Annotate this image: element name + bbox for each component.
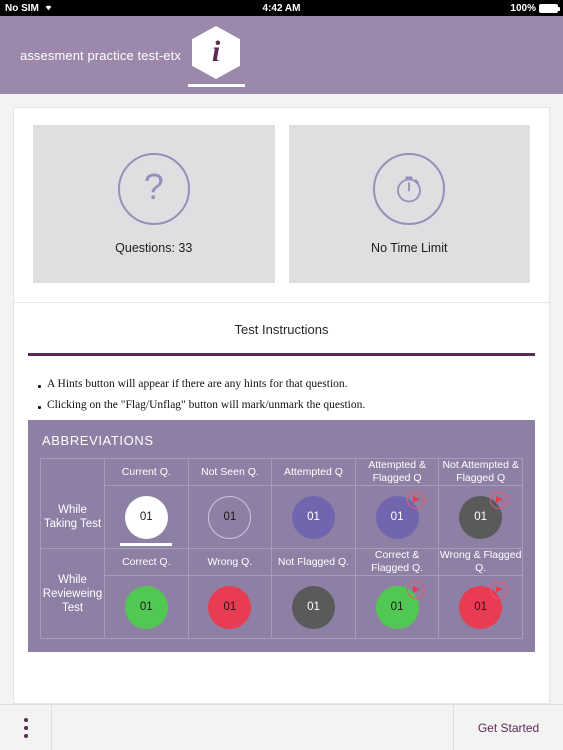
abbreviations-table: Current Q. Not Seen Q. Attempted Q Attem… — [40, 458, 523, 639]
column-header: Not Attempted & Flagged Q — [438, 458, 523, 486]
legend-cell-correct: 01 — [104, 575, 189, 639]
badge-value: 01 — [139, 601, 153, 613]
status-bar-right: 100% — [510, 2, 560, 14]
page-title: assesment practice test-etx — [20, 47, 181, 63]
row-header-reviewing-test: While Revieweing Test — [40, 548, 105, 639]
info-card: ? Questions: 33 No Time Limit Test Instr… — [13, 107, 550, 704]
badge-value: 01 — [307, 511, 320, 523]
legend-cell-attempted-flagged: 01 — [354, 485, 440, 549]
badge-value: 01 — [390, 601, 404, 613]
table-row: Current Q. Not Seen Q. Attempted Q Attem… — [40, 458, 523, 486]
tile-time-limit: No Time Limit — [288, 125, 530, 283]
current-question-indicator — [120, 543, 173, 546]
column-header: Current Q. — [104, 458, 189, 486]
row-header-taking-test: While Taking Test — [40, 485, 105, 549]
status-badge: 01 — [124, 495, 168, 539]
badge-value: 01 — [307, 601, 320, 613]
instructions-list: A Hints button will appear if there are … — [14, 356, 549, 411]
table-row: 01 01 01 01 01 — [41, 575, 523, 639]
tab-active-indicator — [187, 84, 245, 87]
badge-value: 01 — [390, 511, 404, 523]
list-item: Clicking on the "Flag/Unflag" button wil… — [38, 399, 525, 411]
badge-value: 01 — [474, 511, 488, 523]
column-header: Correct & Flagged Q. — [354, 548, 440, 576]
info-hexagon-icon: i — [192, 26, 240, 79]
legend-cell-wrong: 01 — [187, 575, 273, 639]
bottom-bar-spacer — [52, 705, 454, 750]
status-badge: 01 — [375, 490, 425, 539]
status-badge: 01 — [291, 495, 335, 539]
column-header: Attempted Q — [271, 458, 356, 486]
question-mark-glyph: ? — [143, 166, 164, 207]
stopwatch-circle-icon — [373, 153, 446, 225]
legend-cell-not-seen: 01 — [187, 485, 273, 549]
badge-value: 01 — [139, 511, 153, 523]
column-header: Attempted & Flagged Q — [354, 458, 440, 486]
abbreviations-title: ABBREVIATIONS — [42, 433, 154, 448]
battery-percent-label: 100% — [510, 2, 536, 14]
more-vertical-icon[interactable] — [0, 705, 52, 750]
tile-questions-label: Questions: 33 — [115, 241, 193, 255]
question-mark-circle-icon: ? — [117, 153, 190, 225]
legend-cell-not-flagged: 01 — [271, 575, 356, 639]
status-badge: 01 — [291, 585, 335, 629]
tile-questions: ? Questions: 33 — [33, 125, 275, 283]
status-bar: No SIM 4:42 AM 100% — [0, 0, 563, 16]
info-glyph: i — [211, 34, 221, 68]
flag-icon — [406, 580, 425, 599]
tab-info[interactable]: i — [186, 16, 246, 94]
status-badge: 01 — [459, 490, 509, 539]
column-header: Correct Q. — [104, 548, 189, 576]
legend-cell-current: 01 — [104, 485, 189, 549]
tile-time-limit-label: No Time Limit — [371, 241, 448, 255]
status-badge: 01 — [459, 580, 509, 629]
column-header: Wrong & Flagged Q. — [438, 548, 523, 576]
abbreviations-panel: ABBREVIATIONS Current Q. Not Seen Q. Att… — [28, 420, 535, 652]
flag-icon — [490, 580, 509, 599]
legend-cell-wrong-flagged: 01 — [438, 575, 523, 639]
status-badge: 01 — [375, 580, 425, 629]
battery-full-icon — [539, 3, 560, 13]
app-header: assesment practice test-etx i — [0, 16, 563, 94]
status-badge: 01 — [124, 585, 168, 629]
bottom-bar: Get Started — [0, 704, 563, 750]
table-row: While Taking Test 01 01 01 01 01 — [40, 485, 523, 549]
get-started-button[interactable]: Get Started — [454, 705, 563, 750]
clock-label: 4:42 AM — [262, 2, 301, 14]
list-item: A Hints button will appear if there are … — [38, 378, 525, 390]
main-content: ? Questions: 33 No Time Limit Test Instr… — [0, 94, 563, 704]
status-badge: 01 — [208, 585, 252, 629]
column-header: Not Seen Q. — [187, 458, 273, 486]
badge-value: 01 — [474, 601, 488, 613]
legend-cell-attempted: 01 — [271, 485, 356, 549]
table-row: While Revieweing Test Correct Q. Wrong Q… — [40, 548, 523, 639]
summary-tiles: ? Questions: 33 No Time Limit — [14, 108, 549, 302]
legend-cell-correct-flagged: 01 — [354, 575, 440, 639]
badge-value: 01 — [223, 601, 237, 613]
status-badge: 01 — [208, 495, 252, 539]
instructions-heading: Test Instructions — [234, 322, 329, 337]
legend-cell-not-attempted-flagged: 01 — [438, 485, 523, 549]
column-header: Not Flagged Q. — [271, 548, 356, 576]
flag-icon — [406, 490, 425, 509]
flag-icon — [490, 490, 509, 509]
badge-value: 01 — [223, 511, 237, 523]
column-header: Wrong Q. — [187, 548, 273, 576]
